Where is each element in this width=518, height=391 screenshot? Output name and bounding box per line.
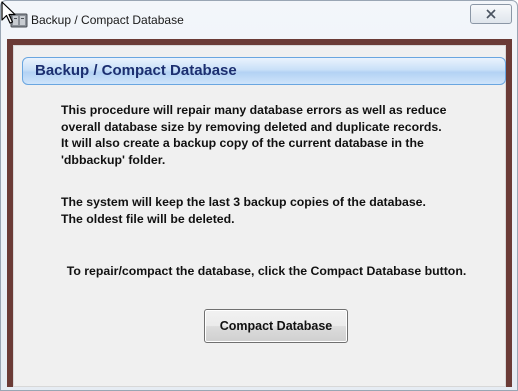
dialog-window: Backup / Compact Database Backup / Compa… (0, 0, 518, 391)
title-bar[interactable]: Backup / Compact Database (1, 1, 517, 39)
window-title: Backup / Compact Database (31, 13, 184, 27)
dialog-frame: Backup / Compact Database This procedure… (7, 39, 512, 387)
mouse-cursor-icon (1, 1, 16, 24)
retention-line-2: The oldest file will be deleted. (61, 211, 235, 226)
section-header-title: Backup / Compact Database (35, 62, 237, 79)
close-button[interactable] (470, 4, 512, 24)
description-line-1: This procedure will repair many database… (61, 103, 447, 117)
retention-line-1: The system will keep the last 3 backup c… (61, 195, 426, 209)
compact-database-button[interactable]: Compact Database (204, 309, 348, 343)
instruction-text: To repair/compact the database, click th… (66, 264, 467, 278)
content-panel: Backup / Compact Database This procedure… (13, 45, 506, 387)
description-line-2: overall database size by removing delete… (61, 119, 442, 134)
section-header: Backup / Compact Database (22, 57, 506, 85)
description-line-4: 'dbbackup' folder. (61, 152, 166, 167)
close-icon (486, 9, 496, 19)
description-line-3: It will also create a backup copy of the… (61, 136, 424, 150)
